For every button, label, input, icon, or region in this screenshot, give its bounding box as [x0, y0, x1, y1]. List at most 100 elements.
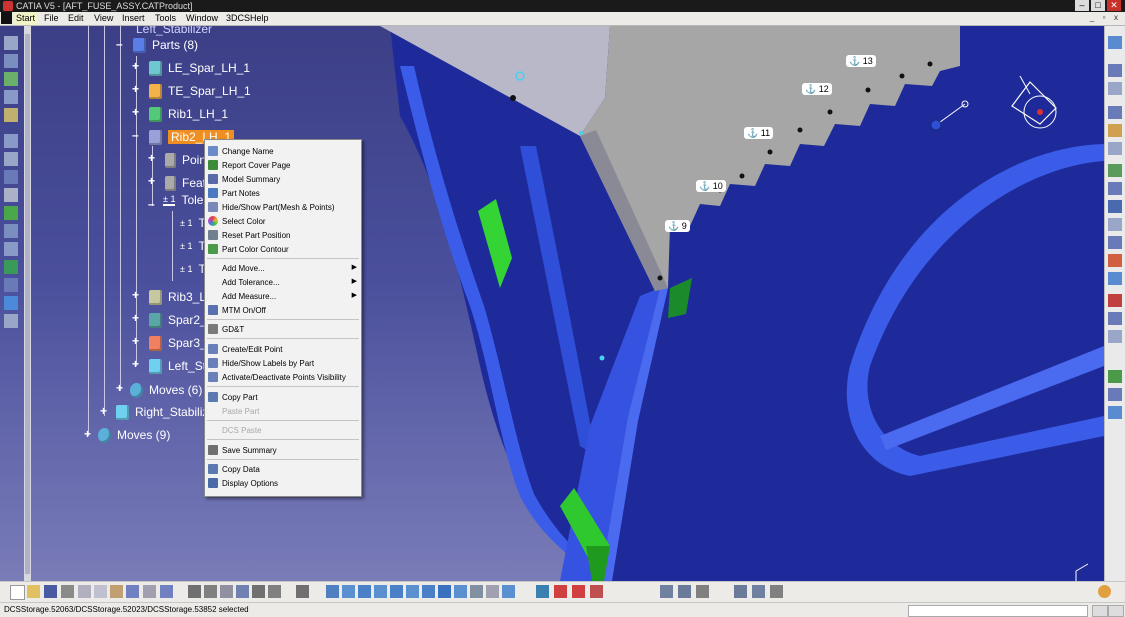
- toolbar-icon[interactable]: [1108, 312, 1122, 325]
- point-label-11[interactable]: ⚓ 11: [744, 127, 774, 139]
- toolbar-icon[interactable]: [590, 585, 603, 598]
- tree-node-tolerance-1[interactable]: ± 1 T: [180, 214, 206, 232]
- hide-show-icon[interactable]: [470, 585, 483, 598]
- tree-node-parts[interactable]: Parts (8): [133, 36, 198, 54]
- mdi-minimize-button[interactable]: _: [1087, 13, 1097, 23]
- toolbar-icon[interactable]: [1108, 182, 1122, 195]
- render-style-icon[interactable]: [454, 585, 467, 598]
- menu-item-select-color[interactable]: Select Color: [205, 214, 361, 228]
- toolbar-icon[interactable]: [1108, 200, 1122, 213]
- menu-item-display-options[interactable]: Display Options: [205, 476, 361, 490]
- expand-toggle[interactable]: +: [148, 175, 155, 187]
- menu-window[interactable]: Window: [186, 12, 218, 25]
- knowledge-icon[interactable]: [204, 585, 217, 598]
- normal-view-icon[interactable]: [422, 585, 435, 598]
- expand-toggle[interactable]: +: [132, 60, 139, 72]
- toolbar-icon[interactable]: [1108, 254, 1122, 267]
- toolbar-icon[interactable]: [4, 314, 18, 328]
- toolbar-icon[interactable]: [4, 72, 18, 86]
- collapse-toggle[interactable]: –: [116, 38, 123, 50]
- toolbar-icon[interactable]: [734, 585, 747, 598]
- menu-insert[interactable]: Insert: [122, 12, 145, 25]
- collapse-toggle[interactable]: –: [132, 129, 139, 141]
- toolbar-icon[interactable]: [1108, 272, 1122, 285]
- menu-item-hide-show-part[interactable]: Hide/Show Part(Mesh & Points): [205, 200, 361, 214]
- mdi-restore-button[interactable]: ▫: [1099, 13, 1109, 23]
- toolbar-icon[interactable]: [1108, 164, 1122, 177]
- toolbar-icon[interactable]: [1108, 36, 1122, 49]
- toolbar-icon[interactable]: [752, 585, 765, 598]
- expand-toggle[interactable]: +: [100, 405, 107, 417]
- status-button[interactable]: [1092, 605, 1108, 617]
- tree-node-tolerance-3[interactable]: ± 1 T: [180, 260, 206, 278]
- toolbar-icon[interactable]: [572, 585, 585, 598]
- checkmark-icon[interactable]: [4, 206, 18, 220]
- toolbar-icon[interactable]: [1108, 236, 1122, 249]
- formula-icon[interactable]: [188, 585, 201, 598]
- print-icon[interactable]: [61, 585, 74, 598]
- expand-toggle[interactable]: +: [148, 152, 155, 164]
- toolbar-icon[interactable]: [4, 54, 18, 68]
- menu-view[interactable]: View: [94, 12, 113, 25]
- table-icon[interactable]: [236, 585, 249, 598]
- menu-item-copy-data[interactable]: Copy Data: [205, 462, 361, 476]
- toolbar-icon[interactable]: [4, 260, 18, 274]
- toolbar-icon[interactable]: [4, 224, 18, 238]
- menu-file[interactable]: File: [44, 12, 59, 25]
- toolbar-icon[interactable]: [536, 585, 549, 598]
- cut-icon[interactable]: [78, 585, 91, 598]
- tree-node-features[interactable]: Feat: [165, 174, 206, 192]
- undo-icon[interactable]: [126, 585, 139, 598]
- toolbar-icon[interactable]: [1108, 388, 1122, 401]
- toolbar-icon[interactable]: [4, 188, 18, 202]
- toolbar-icon[interactable]: [296, 585, 309, 598]
- paste-icon[interactable]: [110, 585, 123, 598]
- open-folder-icon[interactable]: [27, 585, 40, 598]
- menu-3dcs[interactable]: 3DCS: [226, 12, 250, 25]
- toolbar-icon[interactable]: [1108, 330, 1122, 343]
- expand-toggle[interactable]: +: [132, 289, 139, 301]
- tree-node-moves-6[interactable]: Moves (6): [130, 381, 202, 399]
- toolbar-icon[interactable]: [4, 152, 18, 166]
- copy-icon[interactable]: [94, 585, 107, 598]
- toolbar-icon[interactable]: [1108, 218, 1122, 231]
- new-file-icon[interactable]: [10, 585, 25, 600]
- toolbar-icon[interactable]: [678, 585, 691, 598]
- save-icon[interactable]: [44, 585, 57, 598]
- toolbar-icon[interactable]: [220, 585, 233, 598]
- menu-item-add-move[interactable]: Add Move... ▶: [205, 261, 361, 275]
- whats-this-icon[interactable]: [160, 585, 173, 598]
- toolbar-icon[interactable]: [1108, 124, 1122, 137]
- toolbar-icon[interactable]: [1108, 370, 1122, 383]
- menu-item-part-color-contour[interactable]: Part Color Contour: [205, 242, 361, 256]
- menu-item-change-name[interactable]: Change Name: [205, 144, 361, 158]
- menu-item-part-notes[interactable]: Part Notes: [205, 186, 361, 200]
- expand-toggle[interactable]: +: [132, 106, 139, 118]
- toolbar-icon[interactable]: [4, 296, 18, 310]
- menu-item-add-measure[interactable]: Add Measure... ▶: [205, 289, 361, 303]
- menu-tools[interactable]: Tools: [155, 12, 176, 25]
- zoom-out-icon[interactable]: [406, 585, 419, 598]
- toolbar-icon[interactable]: [1108, 142, 1122, 155]
- zoom-in-icon[interactable]: [390, 585, 403, 598]
- tree-node-moves-9[interactable]: Moves (9): [98, 426, 170, 444]
- tree-node-tolerance-2[interactable]: ± 1 T: [180, 237, 206, 255]
- tree-node-rib1[interactable]: Rib1_LH_1: [149, 105, 228, 123]
- collapse-toggle[interactable]: –: [148, 198, 155, 210]
- status-button[interactable]: [1108, 605, 1124, 617]
- rotate-icon[interactable]: [374, 585, 387, 598]
- redo-icon[interactable]: [143, 585, 156, 598]
- command-input[interactable]: [908, 605, 1088, 617]
- minimize-button[interactable]: –: [1075, 0, 1089, 11]
- toolbar-icon[interactable]: [554, 585, 567, 598]
- toolbar-icon[interactable]: [4, 134, 18, 148]
- menu-item-create-edit-point[interactable]: Create/Edit Point: [205, 342, 361, 356]
- toolbar-icon[interactable]: [1108, 406, 1122, 419]
- menu-item-points-visibility[interactable]: Activate/Deactivate Points Visibility: [205, 370, 361, 384]
- toolbar-icon[interactable]: [252, 585, 265, 598]
- scrollbar-thumb[interactable]: [25, 34, 30, 574]
- point-label-10[interactable]: ⚓ 10: [696, 180, 726, 192]
- tree-node-te-spar[interactable]: TE_Spar_LH_1: [149, 82, 251, 100]
- toolbar-icon[interactable]: [1108, 294, 1122, 307]
- menu-item-copy-part[interactable]: Copy Part: [205, 390, 361, 404]
